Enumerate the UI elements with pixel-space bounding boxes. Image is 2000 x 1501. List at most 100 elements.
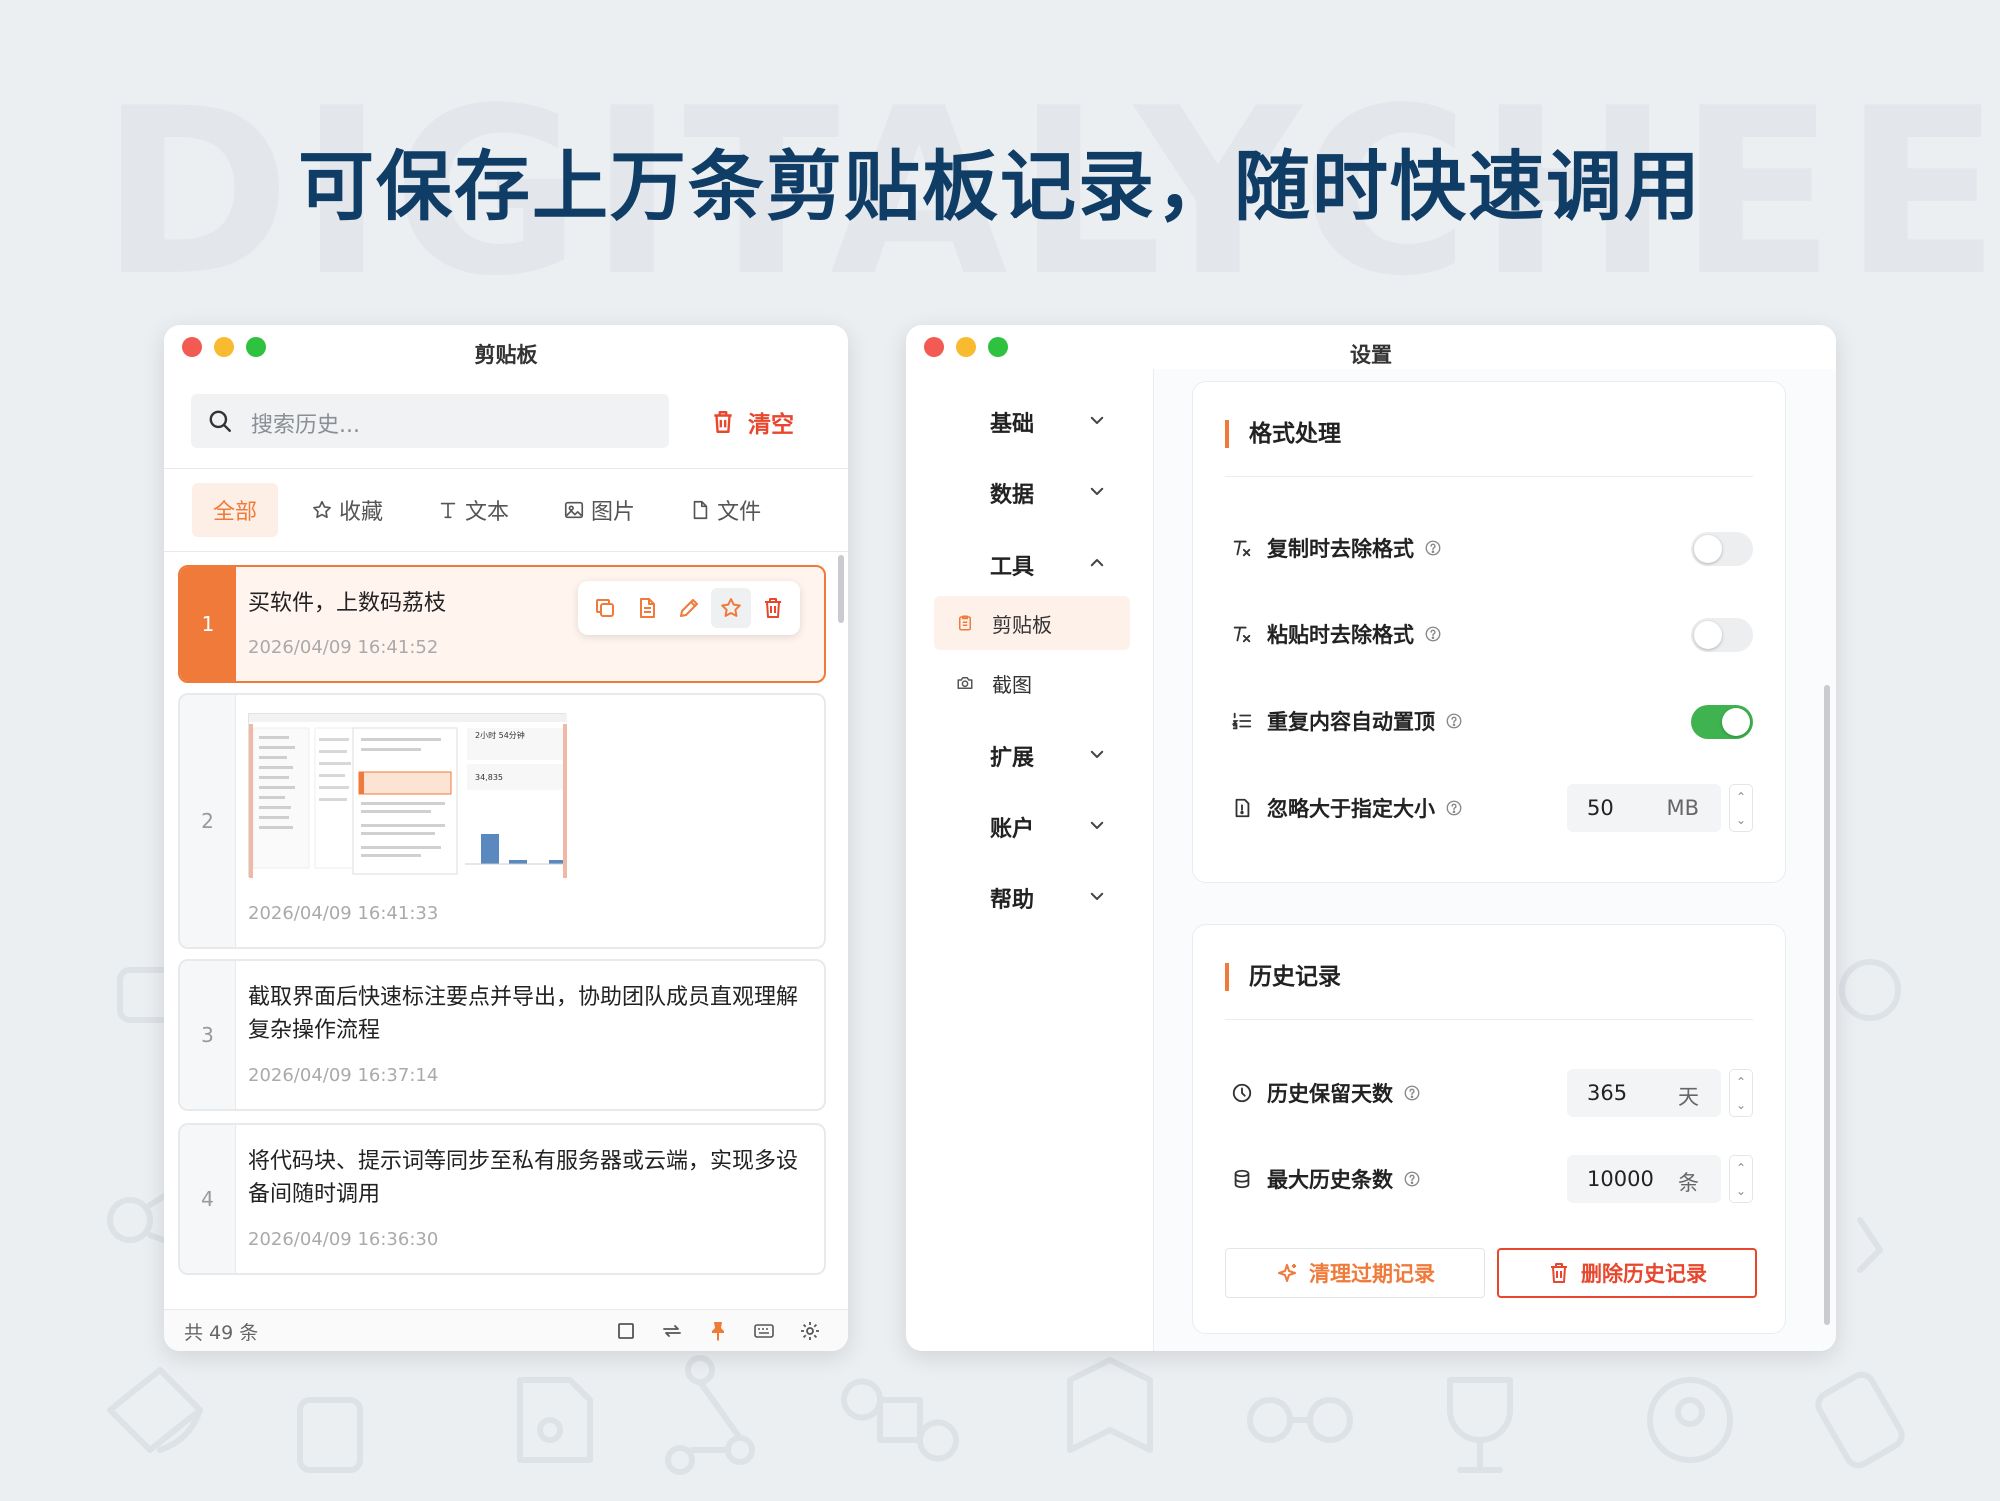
document-icon — [640, 598, 655, 618]
item-count: 共 49 条 — [184, 1322, 259, 1344]
list-item[interactable]: 3 截取界面后快速标注要点并导出，协助团队成员直观理解复杂操作流程 2026/0… — [178, 959, 826, 1111]
max-count-stepper[interactable]: ⌃ ⌄ — [1729, 1155, 1753, 1203]
divider — [164, 551, 848, 552]
list-item[interactable]: 2 2小时 54分钟 34,835 2026/04/09 16:41:33 — [178, 693, 826, 949]
list-item[interactable]: 4 将代码块、提示词等同步至私有服务器或云端，实现多设备间随时调用 2026/0… — [178, 1123, 826, 1275]
chevron-up-icon[interactable]: ⌃ — [1736, 790, 1746, 804]
size-limit-input[interactable]: 50 MB — [1567, 784, 1721, 832]
button-label: 删除历史记录 — [1581, 1262, 1707, 1286]
dedupe-top-toggle[interactable] — [1691, 705, 1753, 739]
chevron-down-icon — [1090, 416, 1104, 424]
tab-label: 文件 — [717, 500, 762, 525]
chevron-down-icon — [1090, 750, 1104, 758]
copy-icon — [596, 599, 614, 617]
trash-icon — [714, 411, 732, 433]
item-timestamp: 2026/04/09 16:37:14 — [248, 1065, 439, 1086]
input-unit: 条 — [1678, 1171, 1699, 1195]
copy-strip-format-toggle[interactable] — [1691, 532, 1753, 566]
chevron-down-icon — [1090, 892, 1104, 900]
search-icon — [209, 410, 231, 432]
nav-extensions[interactable]: 扩展 — [990, 740, 1104, 772]
gear-icon[interactable] — [798, 1319, 822, 1343]
paste-strip-format-toggle[interactable] — [1691, 618, 1753, 652]
tab-label: 全部 — [213, 500, 258, 525]
thumb-stat-1: 2小时 54分钟 — [475, 730, 525, 740]
input-value: 365 — [1587, 1081, 1628, 1105]
chevron-down-icon[interactable]: ⌄ — [1736, 1098, 1746, 1112]
delete-history-button[interactable]: 删除历史记录 — [1497, 1248, 1757, 1298]
copy-button[interactable] — [585, 588, 625, 628]
nav-tools[interactable]: 工具 — [990, 549, 1104, 581]
nav-label: 帮助 — [990, 888, 1035, 913]
pencil-icon — [680, 599, 698, 617]
clear-format-icon — [1233, 626, 1251, 643]
section-title: 历史记录 — [1225, 963, 1341, 991]
help-icon[interactable] — [1424, 625, 1442, 643]
nav-basic[interactable]: 基础 — [990, 406, 1104, 438]
setting-label: 粘贴时去除格式 — [1267, 623, 1414, 647]
chevron-up-icon[interactable]: ⌃ — [1736, 1075, 1746, 1089]
settings-window: 设置 基础 数据 工具 剪贴板 截图 扩展 账户 帮助 格式处理 复制时去除格式 — [906, 325, 1836, 1351]
help-icon[interactable] — [1424, 539, 1442, 557]
trash-icon — [765, 598, 781, 618]
subnav-screenshot[interactable]: 截图 — [934, 656, 1130, 710]
retention-stepper[interactable]: ⌃ ⌄ — [1729, 1069, 1753, 1117]
window-mode-icon[interactable] — [614, 1319, 638, 1343]
file-alert-icon — [1235, 798, 1250, 818]
nav-label: 工具 — [990, 555, 1035, 580]
tab-label: 收藏 — [339, 500, 384, 525]
setting-row-dedupe-top: 重复内容自动置顶 — [1231, 699, 1753, 743]
tab-label: 文本 — [465, 500, 510, 525]
help-icon[interactable] — [1445, 799, 1463, 817]
help-icon[interactable] — [1445, 712, 1463, 730]
footer-toolbar — [614, 1319, 822, 1343]
help-icon[interactable] — [1403, 1084, 1421, 1102]
search-input[interactable]: 搜索历史... — [191, 394, 669, 448]
setting-label: 复制时去除格式 — [1267, 537, 1414, 561]
sync-icon[interactable] — [660, 1319, 684, 1343]
setting-label: 最大历史条数 — [1267, 1168, 1393, 1192]
keyboard-icon[interactable] — [752, 1319, 776, 1343]
screenshot-preview: 2小时 54分钟 34,835 — [249, 714, 567, 878]
chevron-down-icon[interactable]: ⌄ — [1736, 1184, 1746, 1198]
tab-text[interactable]: 文本 — [416, 483, 530, 537]
subnav-label: 截图 — [992, 672, 1032, 697]
clean-expired-button[interactable]: 清理过期记录 — [1225, 1248, 1485, 1298]
nav-data[interactable]: 数据 — [990, 477, 1104, 509]
size-limit-stepper[interactable]: ⌃ ⌄ — [1729, 784, 1753, 832]
retention-days-input[interactable]: 365 天 — [1567, 1069, 1721, 1117]
settings-scrollbar[interactable] — [1824, 685, 1830, 1325]
tab-images[interactable]: 图片 — [542, 483, 656, 537]
pin-icon[interactable] — [706, 1319, 730, 1343]
divider — [1225, 1019, 1753, 1020]
list-item-selected[interactable]: 1 买软件，上数码荔枝 2026/04/09 16:41:52 — [178, 565, 826, 683]
chevron-up-icon — [1090, 559, 1104, 567]
max-count-input[interactable]: 10000 条 — [1567, 1155, 1721, 1203]
clear-button[interactable]: 清空 — [710, 405, 794, 439]
nav-label: 扩展 — [990, 746, 1035, 771]
chevron-down-icon[interactable]: ⌄ — [1736, 813, 1746, 827]
setting-row-size-limit: 忽略大于指定大小 50 MB ⌃ ⌄ — [1231, 784, 1753, 832]
subnav-clipboard[interactable]: 剪贴板 — [934, 596, 1130, 650]
nav-help[interactable]: 帮助 — [990, 882, 1104, 914]
input-value: 10000 — [1587, 1167, 1654, 1191]
tab-files[interactable]: 文件 — [668, 483, 782, 537]
item-index: 2 — [180, 695, 236, 947]
nav-label: 基础 — [990, 412, 1035, 437]
delete-button[interactable] — [753, 588, 793, 628]
edit-button[interactable] — [669, 588, 709, 628]
subnav-label: 剪贴板 — [992, 612, 1052, 637]
paste-as-text-button[interactable] — [627, 588, 667, 628]
nav-account[interactable]: 账户 — [990, 811, 1104, 843]
tab-all[interactable]: 全部 — [192, 483, 279, 537]
toggle-knob — [1694, 535, 1722, 563]
help-icon[interactable] — [1403, 1170, 1421, 1188]
chevron-up-icon[interactable]: ⌃ — [1736, 1161, 1746, 1175]
star-icon — [313, 500, 331, 519]
tab-favorites[interactable]: 收藏 — [290, 483, 404, 537]
star-icon — [721, 598, 741, 617]
list-scrollbar[interactable] — [838, 555, 844, 623]
filter-tabs: 全部 收藏 文本 图片 文件 — [192, 483, 794, 537]
favorite-button[interactable] — [711, 588, 751, 628]
nav-label: 账户 — [990, 817, 1035, 842]
